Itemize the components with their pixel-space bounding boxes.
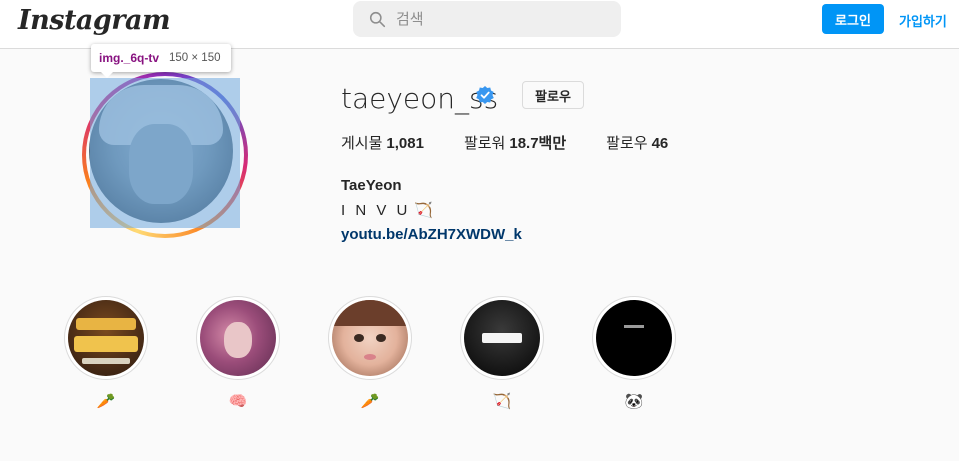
follow-button[interactable]: 팔로우 <box>522 81 584 109</box>
search-box[interactable] <box>353 1 621 37</box>
stat-posts-value: 1,081 <box>386 135 424 152</box>
highlight-item[interactable]: 🥕 <box>64 296 148 410</box>
highlight-item[interactable]: 🧠 <box>196 296 280 410</box>
tooltip-selector: img._6q-tv <box>99 51 160 65</box>
highlight-item[interactable]: 🐼 <box>592 296 676 410</box>
search-input[interactable] <box>396 10 596 28</box>
carrot-icon: 🥕 <box>360 393 380 410</box>
stat-posts-label: 게시물 <box>341 135 383 152</box>
devtools-highlight-overlay <box>90 78 240 228</box>
highlight-item[interactable]: 🥕 <box>328 296 412 410</box>
tooltip-dimensions: 150 × 150 <box>169 52 221 64</box>
carrot-icon: 🥕 <box>96 393 116 410</box>
profile-external-link[interactable]: youtu.be/AbZH7XWDW_k <box>341 226 522 243</box>
highlight-cover <box>68 300 144 376</box>
login-button[interactable]: 로그인 <box>822 4 884 34</box>
highlight-cover <box>464 300 540 376</box>
stat-followers-value: 18.7백만 <box>509 135 567 152</box>
bow-arrow-icon: 🏹 <box>492 393 512 410</box>
highlight-cover-ring <box>64 296 148 380</box>
bio-text: I N V U <box>341 201 411 219</box>
top-navigation-bar: Instagram 로그인 가입하기 <box>0 0 959 49</box>
highlight-item[interactable]: 🏹 <box>460 296 544 410</box>
stat-following-value: 46 <box>651 135 669 152</box>
highlight-cover-ring <box>196 296 280 380</box>
brain-icon: 🧠 <box>228 393 248 410</box>
signup-link[interactable]: 가입하기 <box>899 11 947 30</box>
bow-arrow-icon: 🏹 <box>414 202 434 219</box>
stat-followers-label: 팔로워 <box>463 135 506 152</box>
highlight-cover-ring <box>328 296 412 380</box>
profile-stats: 게시물 1,081 팔로워 18.7백만 팔로우 46 <box>341 132 708 153</box>
panda-icon: 🐼 <box>624 393 644 410</box>
stat-posts: 게시물 1,081 <box>341 132 424 153</box>
profile-bio: I N V U 🏹 <box>341 201 434 220</box>
highlight-cover <box>596 300 672 376</box>
stat-following-label: 팔로우 <box>606 135 648 152</box>
stat-following[interactable]: 팔로우 46 <box>606 132 668 153</box>
instagram-logo[interactable]: Instagram <box>18 5 171 36</box>
stat-followers[interactable]: 팔로워 18.7백만 <box>464 132 566 153</box>
highlight-cover <box>200 300 276 376</box>
search-icon <box>369 11 386 27</box>
highlight-cover <box>332 300 408 376</box>
profile-full-name: TaeYeon <box>341 177 402 194</box>
verified-badge-icon <box>476 86 494 104</box>
highlight-cover-ring <box>592 296 676 380</box>
devtools-element-tooltip: img._6q-tv 150 × 150 <box>91 44 231 78</box>
highlight-cover-ring <box>460 296 544 380</box>
